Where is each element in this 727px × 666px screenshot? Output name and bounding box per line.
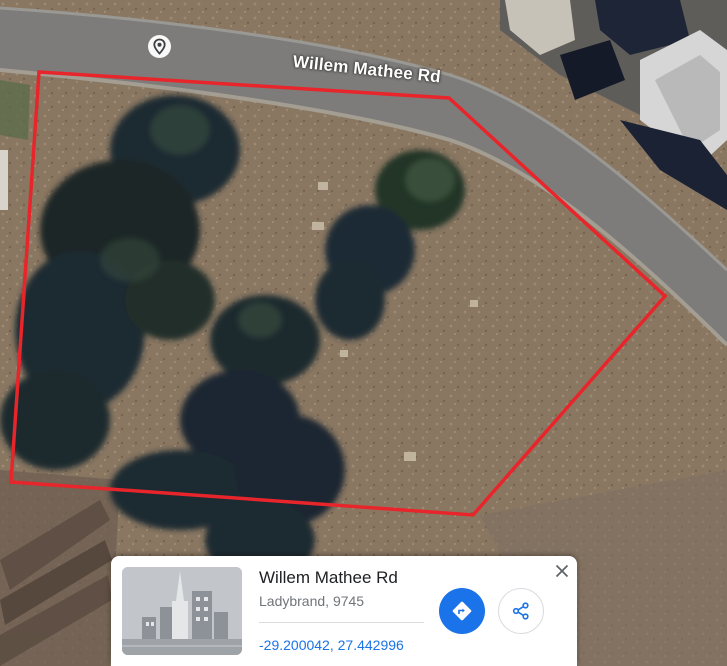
- share-button[interactable]: [498, 588, 544, 634]
- directions-button[interactable]: [439, 588, 485, 634]
- place-address: Ladybrand, 9745: [259, 593, 365, 609]
- close-button[interactable]: [552, 561, 572, 581]
- left-structure: [0, 150, 8, 210]
- place-info-card: Willem Mathee Rd Ladybrand, 9745 -29.200…: [111, 556, 577, 666]
- city-thumbnail-icon[interactable]: [122, 567, 242, 655]
- directions-icon: [452, 601, 472, 621]
- left-hedge: [0, 80, 30, 140]
- place-coordinates[interactable]: -29.200042, 27.442996: [259, 637, 404, 653]
- location-pin-icon[interactable]: [147, 34, 172, 59]
- share-icon: [512, 602, 529, 620]
- place-title: Willem Mathee Rd: [259, 568, 398, 587]
- card-divider: [259, 622, 424, 623]
- close-icon: [555, 564, 569, 578]
